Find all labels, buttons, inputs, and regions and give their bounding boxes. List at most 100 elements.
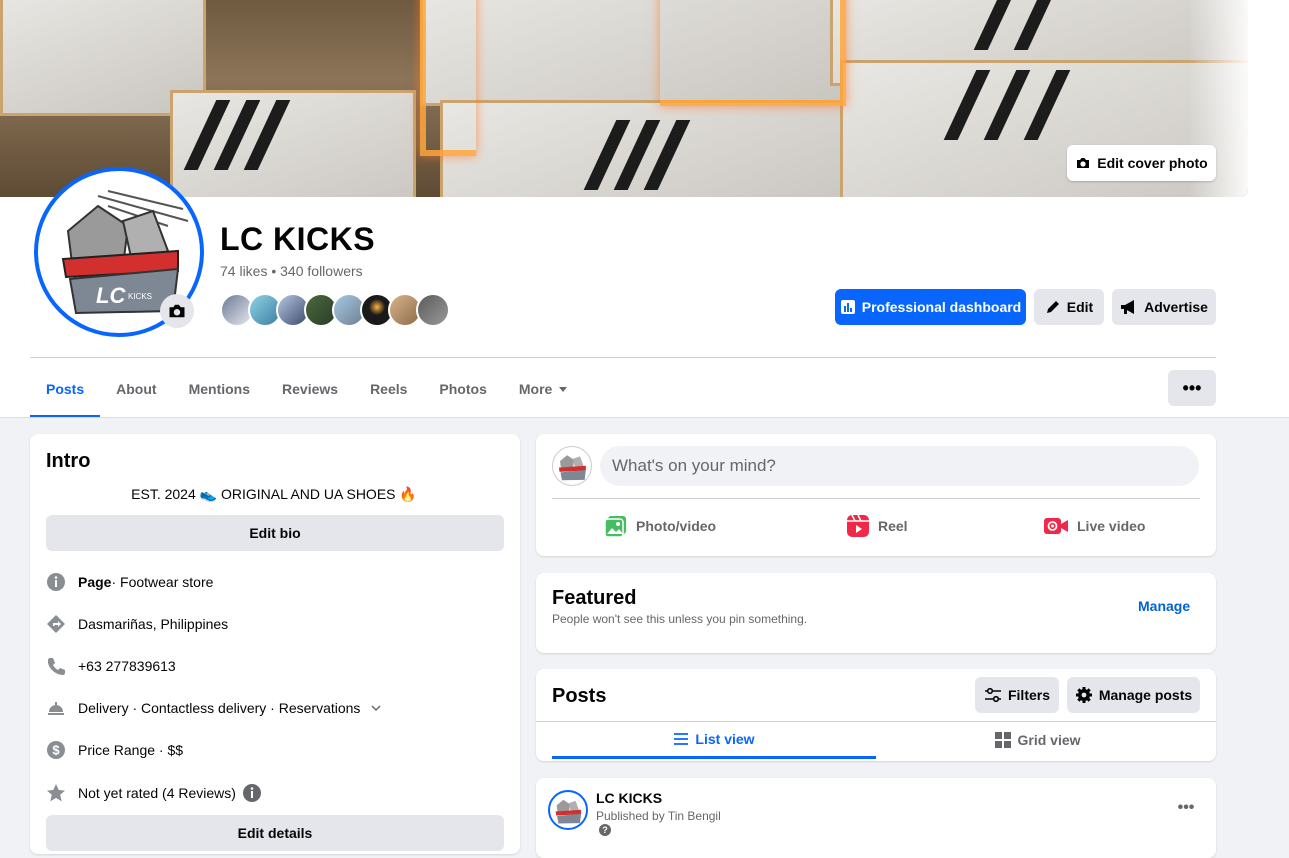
- manage-posts-button[interactable]: Manage posts: [1067, 677, 1200, 713]
- tab-reviews[interactable]: Reviews: [266, 362, 354, 418]
- cover-neon-sign: [420, 0, 476, 156]
- info-row-rating: Not yet rated (4 Reviews): [46, 781, 262, 805]
- post-options-button[interactable]: •••: [1168, 796, 1204, 820]
- photo-icon: [604, 516, 626, 538]
- page-stats[interactable]: 74 likes • 340 followers: [220, 263, 363, 279]
- featured-title: Featured: [552, 587, 637, 609]
- grid-view-label: Grid view: [1017, 732, 1081, 748]
- composer-avatar[interactable]: [552, 446, 592, 486]
- info-icon[interactable]: [242, 783, 262, 803]
- list-view-tab[interactable]: List view: [552, 721, 876, 759]
- tab-about[interactable]: About: [100, 362, 172, 418]
- info-row-location: Dasmariñas, Philippines: [46, 612, 228, 636]
- help-icon[interactable]: ?: [599, 824, 611, 836]
- star-icon: [46, 783, 66, 803]
- directions-icon: [46, 614, 66, 634]
- advertise-label: Advertise: [1144, 299, 1208, 315]
- professional-dashboard-button[interactable]: Professional dashboard: [835, 289, 1026, 325]
- reel-icon: [847, 514, 869, 537]
- grid-view-tab[interactable]: Grid view: [876, 721, 1200, 759]
- reel-label: Reel: [878, 518, 908, 534]
- info-row-services[interactable]: Delivery · Contactless delivery · Reserv…: [46, 696, 382, 720]
- tab-photos[interactable]: Photos: [423, 362, 502, 418]
- cover-photo[interactable]: [0, 0, 1248, 197]
- advertise-button[interactable]: Advertise: [1112, 289, 1216, 325]
- service-bell-icon: [46, 698, 66, 718]
- tab-more[interactable]: More: [503, 362, 584, 418]
- edit-cover-label: Edit cover photo: [1097, 155, 1208, 171]
- edit-cover-photo-button[interactable]: Edit cover photo: [1067, 145, 1216, 181]
- info-row-category: Page · Footwear store: [46, 570, 213, 594]
- avatar-logo-sub: KICKS: [128, 292, 152, 301]
- follower-avatar[interactable]: [416, 293, 450, 327]
- caret-down-icon: [559, 386, 568, 392]
- more-options-button[interactable]: •••: [1168, 370, 1216, 406]
- post-card: LC KICKS Published by Tin Bengil ? •••: [536, 778, 1216, 858]
- reel-button[interactable]: Reel: [846, 512, 908, 540]
- page-category: · Footwear store: [111, 574, 214, 590]
- filters-button[interactable]: Filters: [975, 677, 1059, 713]
- list-view-label: List view: [695, 730, 755, 747]
- info-icon: [46, 572, 66, 592]
- tab-label: More: [518, 380, 553, 397]
- manage-featured-link[interactable]: Manage: [1138, 598, 1190, 614]
- rating-text[interactable]: Not yet rated (4 Reviews): [78, 785, 236, 801]
- header-divider: [30, 357, 1216, 358]
- tab-posts[interactable]: Posts: [30, 362, 101, 418]
- tab-label: Reels: [370, 380, 408, 397]
- phone-text[interactable]: +63 277839613: [78, 658, 176, 674]
- intro-title: Intro: [46, 450, 91, 472]
- cover-neon-sign: [660, 0, 846, 106]
- gear-icon: [1075, 687, 1092, 703]
- dashboard-label: Professional dashboard: [861, 299, 1022, 315]
- chevron-down-icon: [371, 705, 381, 712]
- composer-divider: [552, 498, 1200, 499]
- sliders-icon: [984, 687, 1001, 703]
- pencil-icon: [1046, 301, 1059, 313]
- tab-label: Reviews: [282, 380, 339, 397]
- megaphone-icon: [1121, 300, 1135, 314]
- info-row-phone: +63 277839613: [46, 654, 176, 678]
- page-bio: EST. 2024 👟 ORIGINAL AND UA SHOES 🔥: [131, 486, 417, 502]
- camera-icon: [169, 304, 185, 318]
- live-video-icon: [1044, 518, 1068, 534]
- photo-video-button[interactable]: Photo/video: [604, 512, 716, 540]
- edit-details-button[interactable]: Edit details: [46, 815, 504, 851]
- intro-card: Intro EST. 2024 👟 ORIGINAL AND UA SHOES …: [30, 434, 520, 854]
- info-row-price: $ Price Range · $$: [46, 738, 183, 762]
- grid-icon: [995, 732, 1012, 748]
- camera-icon: [1077, 158, 1090, 168]
- posts-section-title: Posts: [552, 685, 607, 707]
- price-range-text: Price Range · $$: [78, 742, 184, 758]
- edit-bio-label: Edit bio: [249, 525, 301, 541]
- tab-label: About: [116, 380, 157, 397]
- page-tabs: Posts About Mentions Reviews Reels Photo…: [30, 362, 584, 418]
- dashboard-icon: [840, 300, 855, 314]
- photo-video-label: Photo/video: [636, 518, 717, 534]
- location-text[interactable]: Dasmariñas, Philippines: [78, 616, 228, 632]
- tab-reels[interactable]: Reels: [354, 362, 423, 418]
- live-video-label: Live video: [1077, 518, 1146, 534]
- update-profile-photo-button[interactable]: [160, 294, 194, 328]
- services-text: Delivery · Contactless delivery · Reserv…: [78, 700, 361, 716]
- edit-page-button[interactable]: Edit: [1034, 289, 1104, 325]
- post-composer: What's on your mind? Photo/video Reel Li…: [536, 434, 1216, 556]
- tab-label: Photos: [439, 380, 487, 397]
- edit-bio-button[interactable]: Edit bio: [46, 515, 504, 551]
- page-title: LC KICKS: [220, 221, 376, 257]
- phone-icon: [46, 656, 66, 676]
- svg-text:$: $: [52, 743, 60, 758]
- edit-details-label: Edit details: [237, 825, 313, 841]
- page-type-label: Page: [78, 574, 112, 590]
- dollar-icon: $: [46, 740, 66, 760]
- whats-on-your-mind-input[interactable]: What's on your mind?: [600, 446, 1199, 486]
- posts-header-card: Posts Filters Manage posts List view Gri…: [536, 669, 1216, 761]
- post-author-name[interactable]: LC KICKS: [596, 790, 662, 806]
- live-video-button[interactable]: Live video: [1043, 512, 1145, 540]
- post-author-avatar[interactable]: [548, 790, 588, 830]
- filters-label: Filters: [1007, 687, 1050, 703]
- post-published-by: Published by Tin Bengil: [596, 809, 721, 823]
- tab-label: Posts: [46, 380, 85, 397]
- edit-label: Edit: [1066, 299, 1094, 315]
- tab-mentions[interactable]: Mentions: [173, 362, 266, 418]
